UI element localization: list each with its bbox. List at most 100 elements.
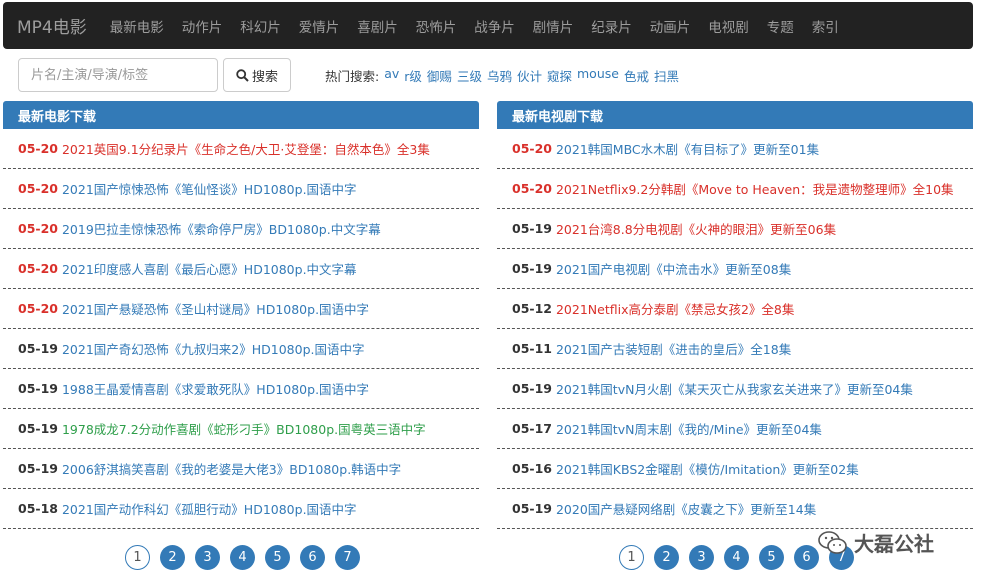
list-item[interactable]: 05-18 2021国产动作科幻《孤胆行动》HD1080p.国语中字 — [3, 489, 479, 529]
search-bar: 搜索 热门搜索: avr级御赐三级乌鸦伙计窥探 mouse 色戒扫黑 — [18, 58, 973, 92]
item-title-link[interactable]: 1988王晶爱情喜剧《求爱敢死队》HD1080p.国语中字 — [62, 379, 369, 398]
list-item[interactable]: 05-20 2021Netflix9.2分韩剧《Move to Heaven：我是… — [497, 169, 973, 209]
search-icon — [236, 68, 249, 82]
page-button[interactable]: 4 — [724, 545, 749, 570]
item-date: 05-19 — [18, 421, 58, 436]
list-item[interactable]: 05-20 2021国产悬疑恐怖《圣山村谜局》HD1080p.国语中字 — [3, 289, 479, 329]
item-title-link[interactable]: 2021韩国KBS2金曜剧《模仿/Imitation》更新至02集 — [556, 459, 859, 478]
item-title-link[interactable]: 2021国产动作科幻《孤胆行动》HD1080p.国语中字 — [62, 499, 357, 518]
list-item[interactable]: 05-19 2021国产奇幻恐怖《九叔归来2》HD1080p.国语中字 — [3, 329, 479, 369]
list-item[interactable]: 05-17 2021韩国tvN周末剧《我的/Mine》更新至04集 — [497, 409, 973, 449]
item-date: 05-17 — [512, 421, 552, 436]
item-title-link[interactable]: 2021台湾8.8分电视剧《火神的眼泪》更新至06集 — [556, 219, 836, 238]
item-date: 05-19 — [512, 381, 552, 396]
page-button[interactable]: 5 — [265, 545, 290, 570]
item-title-link[interactable]: 2021英国9.1分纪录片《生命之色/大卫·艾登堡：自然本色》全3集 — [62, 139, 430, 158]
search-button-label: 搜索 — [251, 69, 278, 85]
list-item[interactable]: 05-20 2019巴拉圭惊悚恐怖《索命停尸房》BD1080p.中文字幕 — [3, 209, 479, 249]
item-title-link[interactable]: 2021韩国tvN月火剧《某天灭亡从我家玄关进来了》更新至04集 — [556, 379, 913, 398]
list-item[interactable]: 05-11 2021国产古装短剧《进击的皇后》全18集 — [497, 329, 973, 369]
item-title-link[interactable]: 2021韩国tvN周末剧《我的/Mine》更新至04集 — [556, 419, 822, 438]
item-title-link[interactable]: 2021韩国MBC水木剧《有目标了》更新至01集 — [556, 139, 819, 158]
item-date: 05-20 — [18, 181, 58, 196]
item-title-link[interactable]: 2021Netflix9.2分韩剧《Move to Heaven：我是遗物整理师… — [556, 179, 954, 198]
item-title-link[interactable]: 2021国产电视剧《中流击水》更新至08集 — [556, 259, 791, 278]
page-button[interactable]: 2 — [654, 545, 679, 570]
item-title-link[interactable]: 2021国产悬疑恐怖《圣山村谜局》HD1080p.国语中字 — [62, 299, 369, 318]
nav-item[interactable]: 恐怖片 — [416, 16, 457, 36]
list-item[interactable]: 05-19 2006舒淇搞笑喜剧《我的老婆是大佬3》BD1080p.韩语中字 — [3, 449, 479, 489]
item-title-link[interactable]: 2021国产古装短剧《进击的皇后》全18集 — [556, 339, 791, 358]
top-navbar: MP4电影 最新电影 动作片 科幻片 爱情片 喜剧片 恐怖片 战争片 剧情片 纪录片 动画片 电视剧… — [3, 2, 973, 49]
item-title-link[interactable]: 2021印度感人喜剧《最后心愿》HD1080p.中文字幕 — [62, 259, 357, 278]
nav-item[interactable]: 专题 — [767, 16, 794, 36]
page-button[interactable]: 3 — [689, 545, 714, 570]
item-date: 05-12 — [512, 301, 552, 316]
page-button[interactable]: 6 — [300, 545, 325, 570]
item-date: 05-19 — [512, 501, 552, 516]
list-item[interactable]: 05-19 2021韩国tvN月火剧《某天灭亡从我家玄关进来了》更新至04集 — [497, 369, 973, 409]
hot-search-item[interactable]: 色戒 — [624, 66, 649, 85]
nav-item[interactable]: 剧情片 — [533, 16, 574, 36]
list-item[interactable]: 05-19 2021台湾8.8分电视剧《火神的眼泪》更新至06集 — [497, 209, 973, 249]
item-title-link[interactable]: 2021国产惊悚恐怖《笔仙怪谈》HD1080p.国语中字 — [62, 179, 357, 198]
watermark-text: 大磊公社 — [854, 532, 934, 556]
item-date: 05-16 — [512, 461, 552, 476]
item-title-link[interactable]: 2006舒淇搞笑喜剧《我的老婆是大佬3》BD1080p.韩语中字 — [62, 459, 401, 478]
nav-item[interactable]: 爱情片 — [299, 16, 340, 36]
hot-search-item[interactable]: r级 — [404, 66, 422, 85]
list-item[interactable]: 05-20 2021国产惊悚恐怖《笔仙怪谈》HD1080p.国语中字 — [3, 169, 479, 209]
nav-item[interactable]: 电视剧 — [708, 16, 749, 36]
item-title-link[interactable]: 2021国产奇幻恐怖《九叔归来2》HD1080p.国语中字 — [62, 339, 365, 358]
nav-item[interactable]: 动画片 — [650, 16, 691, 36]
list-item[interactable]: 05-19 1978成龙7.2分动作喜剧《蛇形刁手》BD1080p.国粤英三语中字 — [3, 409, 479, 449]
hot-search-item[interactable]: 伙计 — [517, 66, 542, 85]
tv-panel-header: 最新电视剧下载 — [497, 101, 973, 129]
hot-search-item[interactable]: 乌鸦 — [487, 66, 512, 85]
item-date: 05-20 — [18, 261, 58, 276]
hot-search-item[interactable]: 扫黑 — [654, 66, 679, 85]
list-item[interactable]: 05-16 2021韩国KBS2金曜剧《模仿/Imitation》更新至02集 — [497, 449, 973, 489]
list-item[interactable]: 05-19 1988王晶爱情喜剧《求爱敢死队》HD1080p.国语中字 — [3, 369, 479, 409]
hot-search-item[interactable]: 窥探 — [547, 66, 572, 85]
page-button[interactable]: 4 — [230, 545, 255, 570]
movies-pagination: 1234567 — [125, 545, 370, 570]
item-title-link[interactable]: 2019巴拉圭惊悚恐怖《索命停尸房》BD1080p.中文字幕 — [62, 219, 381, 238]
nav-item[interactable]: 科幻片 — [240, 16, 281, 36]
nav-item[interactable]: 索引 — [812, 16, 839, 36]
hot-search-item[interactable]: mouse — [577, 66, 619, 85]
hot-search-item[interactable]: av — [384, 66, 399, 85]
page-button[interactable]: 2 — [160, 545, 185, 570]
list-item[interactable]: 05-19 2021国产电视剧《中流击水》更新至08集 — [497, 249, 973, 289]
page-button[interactable]: 5 — [759, 545, 784, 570]
nav-item[interactable]: 最新电影 — [110, 16, 164, 36]
search-button[interactable]: 搜索 — [223, 58, 291, 92]
nav-menu: 最新电影 动作片 科幻片 爱情片 喜剧片 恐怖片 战争片 剧情片 纪录片 动画片 电视剧 专题 索引 — [101, 16, 848, 36]
nav-item[interactable]: 动作片 — [182, 16, 223, 36]
nav-item[interactable]: 战争片 — [474, 16, 515, 36]
item-date: 05-20 — [18, 141, 58, 156]
search-input[interactable] — [18, 58, 218, 92]
page-button[interactable]: 6 — [794, 545, 819, 570]
list-item[interactable]: 05-19 2020国产悬疑网络剧《皮囊之下》更新至14集 — [497, 489, 973, 529]
item-title-link[interactable]: 2020国产悬疑网络剧《皮囊之下》更新至14集 — [556, 499, 816, 518]
nav-item[interactable]: 纪录片 — [591, 16, 632, 36]
item-date: 05-20 — [512, 141, 552, 156]
list-item[interactable]: 05-20 2021韩国MBC水木剧《有目标了》更新至01集 — [497, 129, 973, 169]
site-logo[interactable]: MP4电影 — [17, 13, 87, 38]
list-item[interactable]: 05-20 2021英国9.1分纪录片《生命之色/大卫·艾登堡：自然本色》全3集 — [3, 129, 479, 169]
item-title-link[interactable]: 1978成龙7.2分动作喜剧《蛇形刁手》BD1080p.国粤英三语中字 — [62, 419, 426, 438]
hot-search-item[interactable]: 御赐 — [427, 66, 452, 85]
page-button[interactable]: 3 — [195, 545, 220, 570]
list-item[interactable]: 05-20 2021印度感人喜剧《最后心愿》HD1080p.中文字幕 — [3, 249, 479, 289]
item-title-link[interactable]: 2021Netflix高分泰剧《禁忌女孩2》全8集 — [556, 299, 794, 318]
movies-panel: 最新电影下载 05-20 2021英国9.1分纪录片《生命之色/大卫·艾登堡：自然… — [3, 101, 479, 529]
hot-search-item[interactable]: 三级 — [457, 66, 482, 85]
nav-item[interactable]: 喜剧片 — [357, 16, 398, 36]
page-button[interactable]: 1 — [619, 545, 644, 570]
item-date: 05-19 — [18, 381, 58, 396]
page-button[interactable]: 1 — [125, 545, 150, 570]
item-date: 05-19 — [512, 261, 552, 276]
page-button[interactable]: 7 — [335, 545, 360, 570]
list-item[interactable]: 05-12 2021Netflix高分泰剧《禁忌女孩2》全8集 — [497, 289, 973, 329]
